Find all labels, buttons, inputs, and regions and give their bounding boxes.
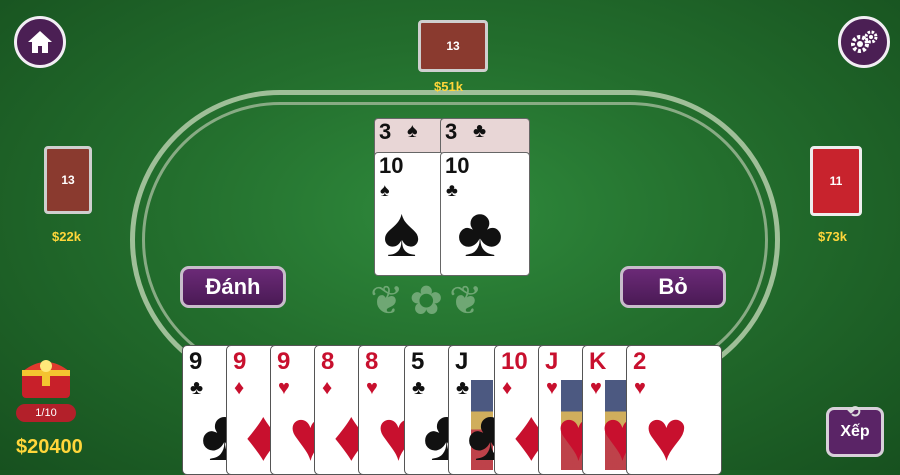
card-rank: 10 [501, 348, 528, 375]
card-rank: 10 [445, 153, 470, 178]
top-player-card-count: 13 [446, 39, 460, 53]
right-player-card-count: 11 [829, 174, 843, 188]
card-rank: K [589, 348, 607, 375]
card-rank: 5 [411, 348, 425, 375]
home-icon [28, 31, 52, 53]
right-player-cards: 11 [810, 146, 862, 216]
sort-button[interactable]: ⟲ Xếp [826, 404, 884, 457]
left-player-card-count: 13 [61, 173, 75, 187]
card-rank: 9 [233, 348, 247, 375]
played-card: 10 ♠ ♠ [374, 152, 444, 276]
card-suit: ♦ [322, 377, 333, 399]
card-suit: ♦ [234, 377, 245, 399]
card-rank: 9 [277, 348, 291, 375]
play-button[interactable]: Đánh [180, 266, 286, 308]
card-suit: ♣ [456, 377, 470, 399]
card-rank: 3 [379, 119, 392, 144]
card-suit: ♥ [590, 377, 602, 399]
card-rank: 2 [633, 348, 647, 375]
card-suit-large: ♣ [457, 193, 503, 271]
card-rank: 8 [321, 348, 335, 375]
player-balance: $20400 [16, 436, 83, 458]
card-suit-large: ♠ [383, 193, 421, 271]
card-suit: ♥ [366, 377, 378, 399]
home-button[interactable] [14, 16, 66, 68]
top-player-cards: 13 [418, 20, 488, 72]
settings-button[interactable] [838, 16, 890, 68]
card-rank: 10 [379, 153, 404, 178]
played-card: 10 ♣ ♣ [440, 152, 530, 276]
sort-label: Xếp [840, 423, 870, 440]
gear-icon [851, 30, 878, 53]
card-rank: 3 [445, 119, 458, 144]
table-ornament: ❦✿❦ [370, 279, 489, 323]
card-suit: ♣ [473, 120, 487, 142]
left-player-cards: 13 [44, 146, 92, 214]
card-suit-large: ♥ [645, 396, 688, 475]
card-suit: ♦ [502, 377, 513, 399]
card-suit: ♥ [546, 377, 558, 399]
chest-counter: 1/10 [16, 404, 76, 422]
pass-button[interactable]: Bỏ [620, 266, 726, 308]
card-suit: ♥ [634, 377, 646, 399]
card-suit: ♣ [412, 377, 426, 399]
card-suit: ♠ [407, 120, 418, 142]
card-suit: ♣ [190, 377, 204, 399]
card-rank: 8 [365, 348, 379, 375]
refresh-arrows-icon: ⟲ [847, 404, 861, 421]
treasure-chest-icon[interactable] [18, 352, 74, 400]
left-player-money: $22k [52, 229, 81, 244]
hand-card[interactable]: 2 ♥ ♥ [626, 345, 722, 475]
card-suit: ♥ [278, 377, 290, 399]
right-player-money: $73k [818, 229, 847, 244]
card-rank: 9 [189, 348, 203, 375]
top-player-money: $51k [434, 79, 463, 94]
card-rank: J [545, 348, 559, 375]
card-rank: J [455, 348, 469, 375]
